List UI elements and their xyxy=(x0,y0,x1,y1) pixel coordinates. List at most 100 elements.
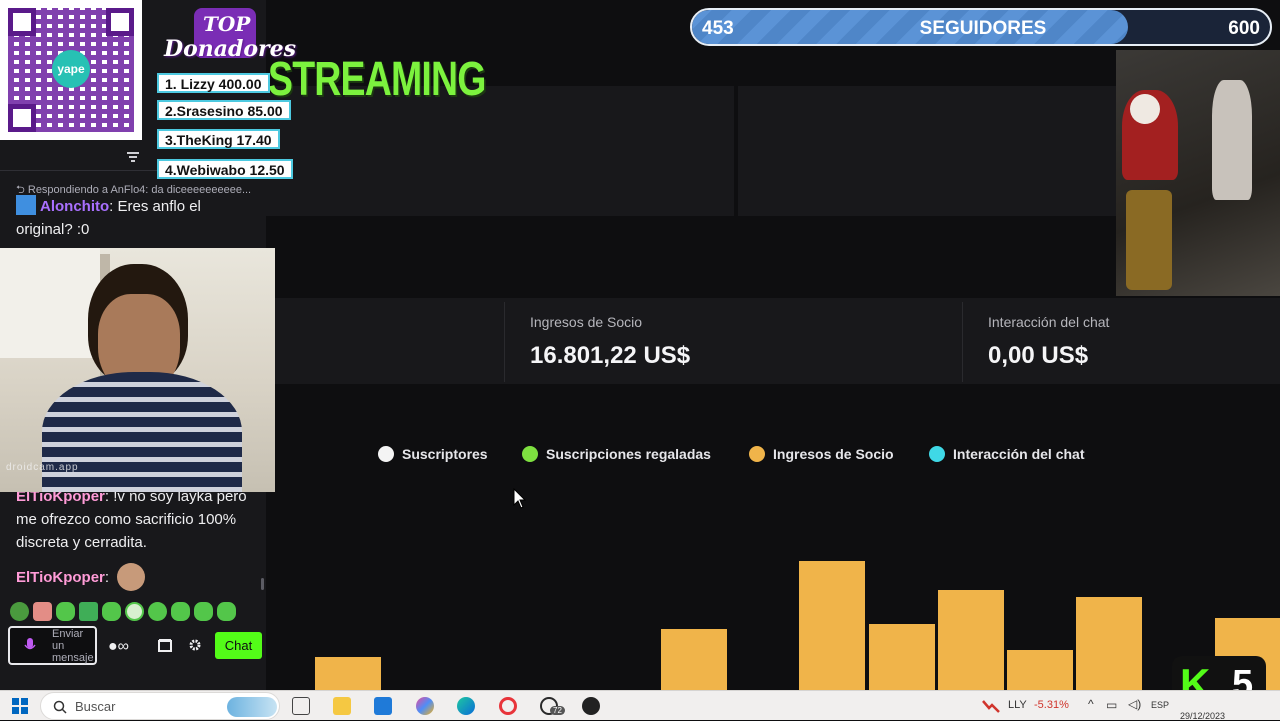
stats-divider xyxy=(962,302,963,382)
follower-goal-bar: 453 SEGUIDORES 600 xyxy=(690,8,1272,46)
smile-emote-icon[interactable] xyxy=(148,602,167,621)
preview-panel-right xyxy=(738,86,1116,216)
settings-gear-icon[interactable] xyxy=(189,639,201,651)
badge-icon xyxy=(16,195,36,215)
chevron-up-icon[interactable]: ^ xyxy=(1088,697,1094,711)
chart-bar[interactable] xyxy=(315,657,381,690)
donor-entry: 1. Lizzy 400.00 xyxy=(157,73,270,93)
qr-finder xyxy=(8,104,36,132)
window-light xyxy=(0,248,100,358)
emote-face-icon xyxy=(117,563,146,591)
qr-finder xyxy=(8,8,36,36)
chat-input-placeholder: Enviar un mensaje xyxy=(52,628,94,664)
volume-icon[interactable]: ◁) xyxy=(1128,697,1141,711)
points-infinite-icon[interactable]: ●∞ xyxy=(108,638,129,656)
windows-start-icon[interactable] xyxy=(12,698,28,714)
stats-panel xyxy=(266,298,1280,384)
mouse-cursor-icon xyxy=(513,488,527,509)
chart-bar[interactable] xyxy=(799,561,866,690)
chat-message: ElTioKpoper: xyxy=(16,563,252,591)
wheel-emote-icon[interactable] xyxy=(125,602,144,621)
stat-value-partner-income: 16.801,22 US$ xyxy=(530,342,691,369)
legend-label: Suscriptores xyxy=(402,446,488,462)
legend-dot-green xyxy=(522,446,538,462)
donor-entry: 4.Webiwabo 12.50 xyxy=(157,159,293,179)
task-view-icon[interactable] xyxy=(292,697,310,715)
store-icon[interactable] xyxy=(158,638,172,652)
app-icon[interactable] xyxy=(582,697,600,715)
chat-username[interactable]: ElTioKpoper xyxy=(16,569,105,586)
santa-beard xyxy=(1130,94,1160,124)
opera-icon[interactable] xyxy=(499,697,517,715)
chat-filter-icon[interactable] xyxy=(126,150,140,164)
legend-gifted-subs[interactable]: Suscripciones regaladas xyxy=(522,446,711,462)
search-placeholder: Buscar xyxy=(75,699,116,714)
chat-send-button[interactable]: Chat xyxy=(215,632,262,659)
ghost-emote-icon[interactable] xyxy=(171,602,190,621)
webcam-feed: droidcam.app xyxy=(0,248,275,492)
taskbar-search-box[interactable]: Buscar xyxy=(40,692,280,720)
stock-change[interactable]: -5.31% xyxy=(1034,699,1069,711)
legend-label: Interacción del chat xyxy=(953,446,1085,462)
file-explorer-icon[interactable] xyxy=(333,697,351,715)
ghost-emote-icon[interactable] xyxy=(194,602,213,621)
language-indicator[interactable]: ESP xyxy=(1151,700,1169,710)
ghost-emote-icon[interactable] xyxy=(56,602,75,621)
webcam-watermark: droidcam.app xyxy=(6,462,79,473)
chat-message: Alonchito: Eres anflo el original? :0 xyxy=(16,195,252,241)
microphone-icon[interactable] xyxy=(24,638,36,654)
box-emote-icon[interactable] xyxy=(79,602,98,621)
top-donors-title: Donadores xyxy=(164,36,297,62)
chart-bar[interactable] xyxy=(868,624,935,690)
legend-dot-white xyxy=(378,446,394,462)
streaming-title: STREAMING xyxy=(268,53,486,106)
yape-qr-code: yape xyxy=(0,0,142,140)
stock-ticker[interactable]: LLY xyxy=(1008,699,1027,711)
stock-down-icon xyxy=(982,700,1000,713)
hand-emote-icon[interactable] xyxy=(33,602,52,621)
follower-goal: 600 xyxy=(1228,18,1260,39)
chat-username[interactable]: Alonchito xyxy=(40,198,109,215)
gold-base xyxy=(1126,190,1172,290)
windows-taskbar: Buscar 72 LLY -5.31% ^ ▭ ◁) ESP 29/12/20… xyxy=(0,690,1280,721)
stat-value-chat-interaction: 0,00 US$ xyxy=(988,342,1089,369)
stat-label-chat-interaction: Interacción del chat xyxy=(988,314,1110,330)
chat-input[interactable]: Enviar un mensaje xyxy=(8,626,97,665)
top-donors-title-top: TOP xyxy=(203,12,251,36)
follower-label: SEGUIDORES xyxy=(919,18,1047,39)
network-icon[interactable]: ▭ xyxy=(1106,698,1117,712)
striped-shirt xyxy=(42,372,242,492)
chat-scrollbar[interactable] xyxy=(261,578,264,590)
whatsapp-badge: 72 xyxy=(550,706,565,715)
legend-label: Suscripciones regaladas xyxy=(546,446,711,462)
snowman-figure xyxy=(1212,80,1252,200)
ghost-emote-icon[interactable] xyxy=(102,602,121,621)
edge-icon[interactable] xyxy=(457,697,475,715)
copilot-icon[interactable] xyxy=(416,697,434,715)
donor-entry: 2.Srasesino 85.00 xyxy=(157,100,291,120)
income-chart xyxy=(266,540,1280,690)
legend-dot-cyan xyxy=(929,446,945,462)
donor-entry: 3.TheKing 17.40 xyxy=(157,129,280,149)
legend-subscribers[interactable]: Suscriptores xyxy=(378,446,488,462)
chart-bar[interactable] xyxy=(1076,597,1143,690)
emote-row xyxy=(10,602,260,622)
room-camera xyxy=(1116,50,1280,296)
search-highlight-icon xyxy=(227,697,277,717)
outlook-icon[interactable] xyxy=(374,697,392,715)
chart-bar[interactable] xyxy=(661,628,727,690)
legend-partner-income[interactable]: Ingresos de Socio xyxy=(749,446,894,462)
frog-emote-icon[interactable] xyxy=(10,602,29,621)
chat-message: ElTioKpoper: !v no soy layka pero me ofr… xyxy=(16,488,247,551)
legend-chat-interaction[interactable]: Interacción del chat xyxy=(929,446,1084,462)
legend-dot-orange xyxy=(749,446,765,462)
chat-emote-icon[interactable] xyxy=(217,602,236,621)
qr-finder xyxy=(106,8,134,36)
stats-divider xyxy=(504,302,505,382)
yape-logo: yape xyxy=(52,50,90,88)
legend-label: Ingresos de Socio xyxy=(773,446,894,462)
search-icon xyxy=(53,700,67,714)
stat-label-partner-income: Ingresos de Socio xyxy=(530,314,643,330)
chart-bar[interactable] xyxy=(937,589,1004,690)
chart-bar[interactable] xyxy=(1007,649,1073,690)
